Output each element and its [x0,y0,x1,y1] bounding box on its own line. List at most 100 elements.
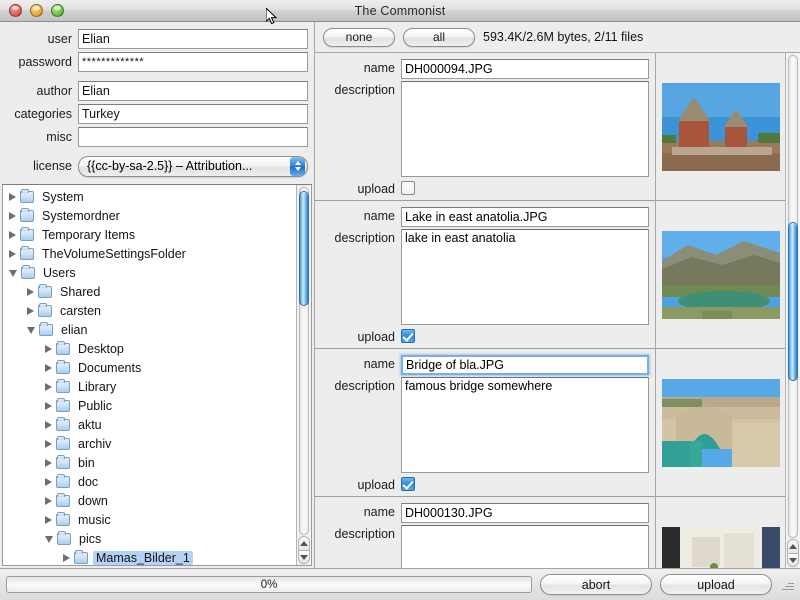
entry-description-row: description [321,525,649,568]
thumbnail-cell[interactable] [656,497,785,568]
resize-grip[interactable] [780,578,794,592]
select-none-button[interactable]: none [323,27,395,47]
file-description-input[interactable]: lake in east anatolia [401,229,649,325]
tree-item-label: Public [78,398,113,413]
file-description-input[interactable] [401,525,649,568]
disclosure-triangle-closed-icon[interactable] [9,230,16,239]
tree-item-music[interactable]: music [3,510,296,529]
folder-icon [57,530,71,545]
user-input[interactable]: Elian [78,29,308,49]
upload-label: upload [357,330,395,344]
disclosure-triangle-closed-icon[interactable] [45,439,52,448]
tree-item-down[interactable]: down [3,491,296,510]
tree-item-temporary-items[interactable]: Temporary Items [3,225,296,244]
tree-item-label: aktu [78,417,102,432]
disclosure-triangle-closed-icon[interactable] [45,382,52,391]
disclosure-triangle-closed-icon[interactable] [27,287,34,296]
folder-icon [56,473,70,488]
thumbnail-cell[interactable] [656,201,785,349]
thumbnail-cell[interactable] [656,53,785,201]
scroll-down-arrow-icon[interactable] [787,553,799,567]
file-description-input[interactable]: famous bridge somewhere [401,377,649,473]
thumbnail-cell[interactable] [656,349,785,497]
disclosure-triangle-closed-icon[interactable] [9,249,16,258]
author-input[interactable]: Elian [78,81,308,101]
disclosure-triangle-closed-icon[interactable] [27,306,34,315]
tree-item-mamas-bilder-1[interactable]: Mamas_Bilder_1 [3,548,296,565]
disclosure-triangle-closed-icon[interactable] [9,192,16,201]
password-input[interactable]: ************* [78,52,308,72]
disclosure-triangle-closed-icon[interactable] [45,515,52,524]
scroll-up-arrow-icon[interactable] [787,539,799,553]
tree-item-public[interactable]: Public [3,396,296,415]
tree-item-shared[interactable]: Shared [3,282,296,301]
disclosure-triangle-closed-icon[interactable] [45,401,52,410]
disclosure-triangle-closed-icon[interactable] [63,553,70,562]
disclosure-triangle-closed-icon[interactable] [45,496,52,505]
scrollbar-thumb[interactable] [299,191,309,306]
disclosure-triangle-closed-icon[interactable] [45,363,52,372]
file-name-input[interactable]: DH000094.JPG [401,59,649,79]
scroll-down-arrow-icon[interactable] [298,550,310,564]
tree-item-systemordner[interactable]: Systemordner [3,206,296,225]
folder-tree-scrollbar[interactable] [296,185,311,565]
license-select[interactable]: {{cc-by-sa-2.5}} – Attribution... [78,155,308,177]
file-description-input[interactable] [401,81,649,177]
tree-item-carsten[interactable]: carsten [3,301,296,320]
tree-item-label: doc [78,474,99,489]
license-label: license [33,159,72,173]
abort-button[interactable]: abort [540,574,652,595]
zoom-button-icon[interactable] [51,4,64,17]
file-name-input[interactable]: Bridge of bla.JPG [401,355,649,375]
folder-tree[interactable]: System Systemordner Temporary Items TheVolu… [3,185,296,565]
tree-item-label: Documents [78,360,142,375]
thumbnail-column [655,53,785,568]
disclosure-triangle-open-icon[interactable] [9,270,17,277]
tree-item-system[interactable]: System [3,187,296,206]
upload-label: upload [357,478,395,492]
minimize-button-icon[interactable] [30,4,43,17]
chevron-updown-icon[interactable] [290,156,305,176]
disclosure-triangle-closed-icon[interactable] [45,420,52,429]
folder-icon [38,302,52,317]
title-bar[interactable]: The Commonist [0,0,800,22]
disclosure-triangle-closed-icon[interactable] [45,458,52,467]
tree-item-documents[interactable]: Documents [3,358,296,377]
tree-item-pics[interactable]: pics [3,529,296,548]
disclosure-triangle-closed-icon[interactable] [45,477,52,486]
upload-checkbox[interactable] [401,477,415,491]
tree-item-thevolumesettingsfolder[interactable]: TheVolumeSettingsFolder [3,244,296,263]
tree-item-desktop[interactable]: Desktop [3,339,296,358]
folder-icon [20,207,34,222]
select-all-button[interactable]: all [403,27,475,47]
tree-item-doc[interactable]: doc [3,472,296,491]
file-name-input[interactable]: Lake in east anatolia.JPG [401,207,649,227]
upload-checkbox[interactable] [401,329,415,343]
misc-label: misc [46,130,72,144]
disclosure-triangle-open-icon[interactable] [27,327,35,334]
folder-icon [56,397,70,412]
tree-item-archiv[interactable]: archiv [3,434,296,453]
form-row-password: password ************* [6,51,308,73]
misc-input[interactable] [78,127,308,147]
description-label: description [334,83,395,97]
close-button-icon[interactable] [9,4,22,17]
window-body: user Elian password ************* author… [0,22,800,568]
scroll-up-arrow-icon[interactable] [298,536,310,550]
upload-button[interactable]: upload [660,574,772,595]
entries-scrollbar[interactable] [785,53,800,568]
disclosure-triangle-closed-icon[interactable] [9,211,16,220]
disclosure-triangle-closed-icon[interactable] [45,344,52,353]
tree-item-bin[interactable]: bin [3,453,296,472]
categories-input[interactable]: Turkey [78,104,308,124]
tree-item-users[interactable]: Users [3,263,296,282]
license-selected-value: {{cc-by-sa-2.5}} – Attribution... [87,159,253,173]
tree-item-label: System [42,189,84,204]
tree-item-aktu[interactable]: aktu [3,415,296,434]
upload-checkbox[interactable] [401,181,415,195]
tree-item-library[interactable]: Library [3,377,296,396]
file-name-input[interactable]: DH000130.JPG [401,503,649,523]
disclosure-triangle-open-icon[interactable] [45,536,53,543]
scrollbar-thumb[interactable] [788,222,798,381]
tree-item-elian[interactable]: elian [3,320,296,339]
